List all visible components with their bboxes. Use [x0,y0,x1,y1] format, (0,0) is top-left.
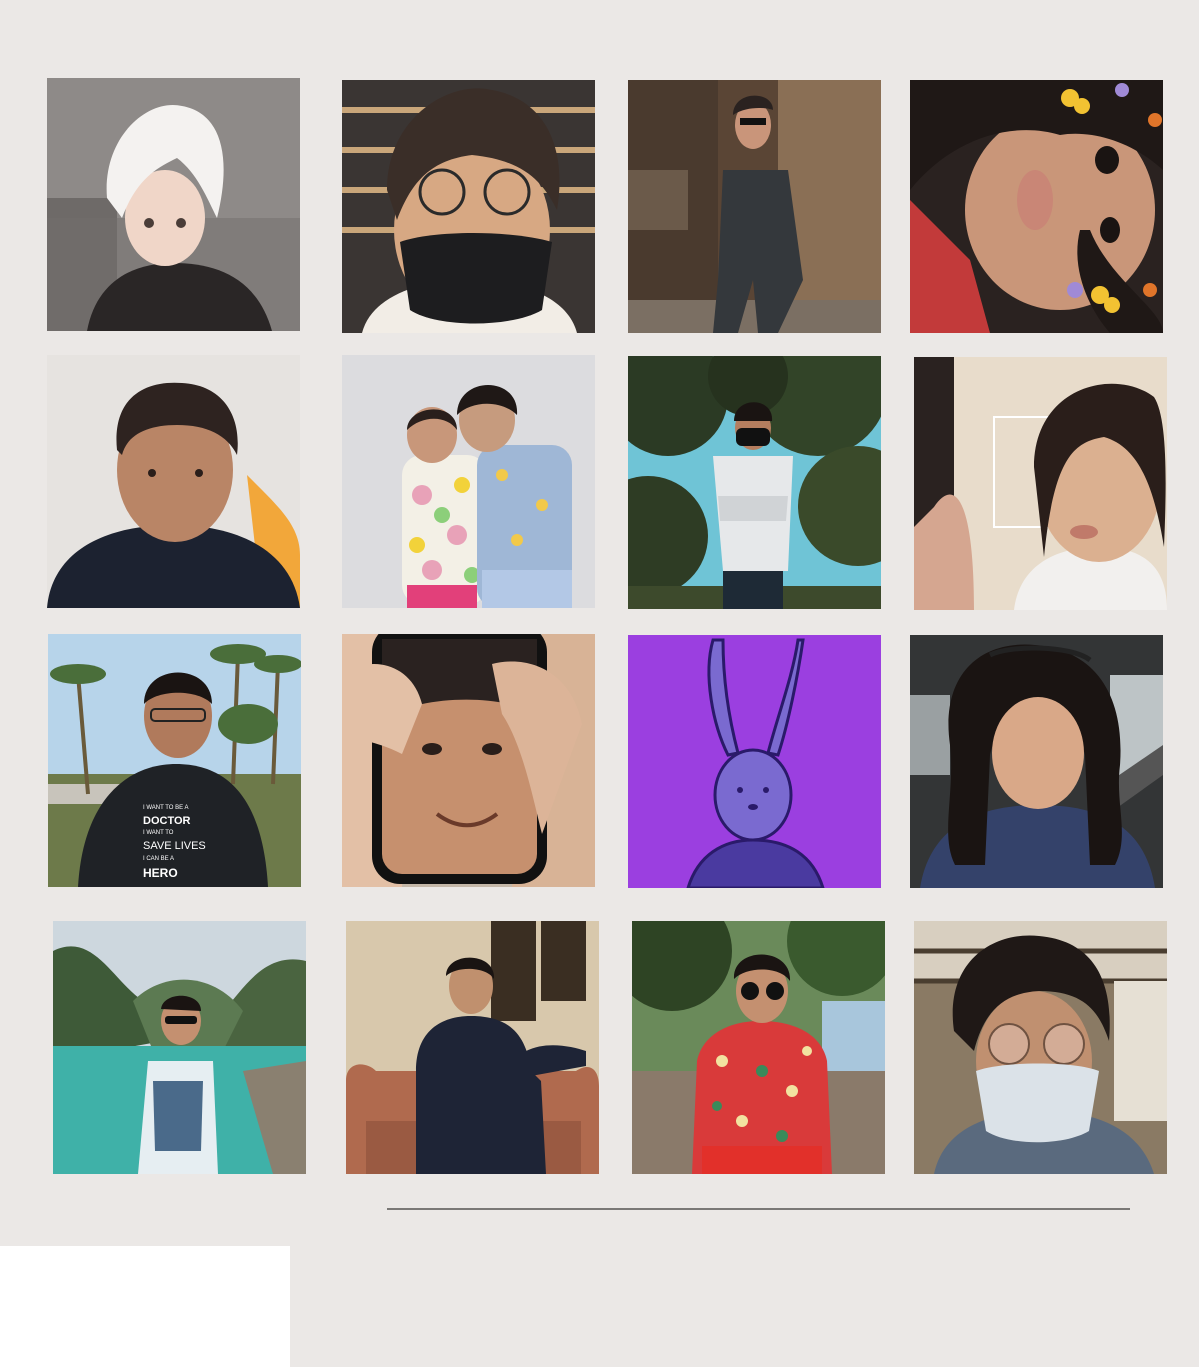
svg-text:HERO: HERO [143,866,178,880]
photo-tile-closeup-selfie[interactable] [914,357,1167,610]
teen-portrait-image [47,355,300,608]
photo-tile-floral-shirt[interactable] [632,921,885,1174]
photo-tile-couch-portrait[interactable] [346,921,599,1174]
anime-portrait-image [47,78,300,331]
masked-selfie-image [342,80,595,333]
suit-mirror-image [628,80,881,333]
palm-portrait-image: I WANT TO BE A DOCTOR I WANT TO SAVE LIV… [48,634,301,887]
svg-text:I WANT TO: I WANT TO [143,830,174,836]
photo-tile-purple-rabbit[interactable] [628,635,881,888]
tree-portrait-image [628,356,881,609]
svg-text:I WANT TO BE A: I WANT TO BE A [143,805,188,811]
photo-tile-phone-face[interactable] [342,634,595,887]
two-children-image [342,355,595,608]
svg-text:SAVE LIVES: SAVE LIVES [143,840,206,852]
photo-tile-lagoon[interactable] [53,921,306,1174]
svg-text:I CAN BE A: I CAN BE A [143,856,174,862]
photo-tile-butterfly-selfie[interactable] [910,80,1163,333]
car-selfie-image [910,635,1163,888]
couch-portrait-image [346,921,599,1174]
svg-text:DOCTOR: DOCTOR [143,815,191,827]
photo-tile-palm-portrait[interactable]: I WANT TO BE A DOCTOR I WANT TO SAVE LIV… [48,634,301,887]
photo-tile-masked-selfie[interactable] [342,80,595,333]
rabbit-drawing-image [628,635,881,888]
lagoon-image [53,921,306,1174]
closeup-selfie-image [914,357,1167,610]
photo-tile-car-selfie[interactable] [910,635,1163,888]
photo-tile-round-glasses-mask[interactable] [914,921,1167,1174]
round-glasses-mask-image [914,921,1167,1174]
photo-tile-two-children[interactable] [342,355,595,608]
blank-white-panel [0,1246,290,1367]
photo-tile-teen-portrait[interactable] [47,355,300,608]
photo-tile-anime-portrait[interactable] [47,78,300,331]
phone-face-image [342,634,595,887]
floral-shirt-image [632,921,885,1174]
photo-tile-suit-mirror[interactable] [628,80,881,333]
photo-tile-tree-portrait[interactable] [628,356,881,609]
butterfly-selfie-image [910,80,1163,333]
horizontal-divider [387,1208,1130,1210]
